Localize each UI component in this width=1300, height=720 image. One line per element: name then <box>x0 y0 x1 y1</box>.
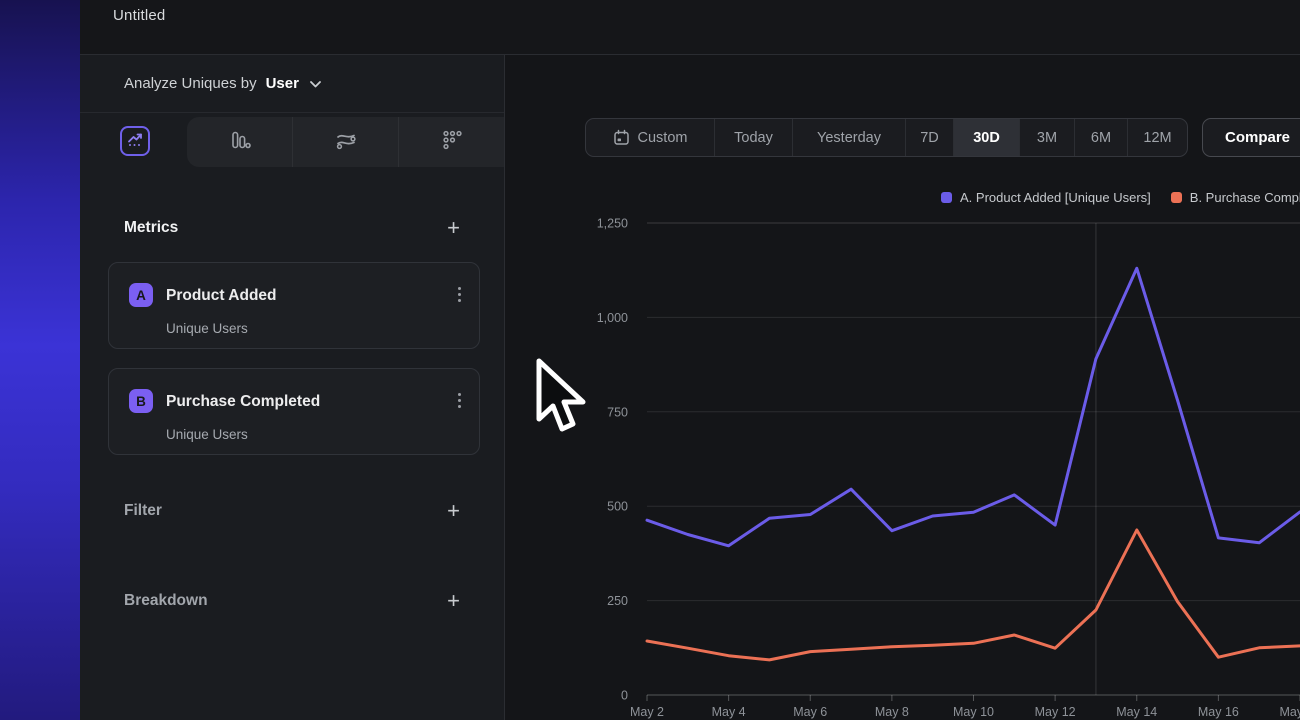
line-chart[interactable]: 0 250 500 750 1,000 1,250 May 2 May 4 May 6 May 8… <box>505 55 1300 720</box>
breakdown-heading: Breakdown <box>124 592 208 610</box>
tab-flows[interactable] <box>292 117 398 167</box>
x-axis-label: May 10 <box>953 705 994 719</box>
series-line[interactable] <box>647 268 1300 546</box>
metrics-section-header: Metrics + <box>80 213 504 243</box>
add-filter-button[interactable]: + <box>447 501 460 521</box>
background-gradient-strip <box>0 0 80 720</box>
y-axis-label: 750 <box>607 405 628 419</box>
metrics-heading: Metrics <box>124 219 178 237</box>
document-title[interactable]: Untitled <box>113 7 165 24</box>
query-sidebar: Analyze Uniques by User <box>80 55 505 720</box>
chevron-down-icon[interactable] <box>310 75 321 93</box>
y-axis-label: 250 <box>607 594 628 608</box>
x-axis-label: May 4 <box>712 705 746 719</box>
tab-line-chart[interactable] <box>120 126 150 156</box>
y-axis-label: 500 <box>607 500 628 514</box>
x-axis-label: May 14 <box>1116 705 1157 719</box>
y-axis-label: 1,000 <box>597 311 628 325</box>
top-bar: Untitled <box>80 0 1300 55</box>
x-axis-label: May 2 <box>630 705 664 719</box>
tab-grid-dots[interactable] <box>398 117 504 167</box>
grid-dots-icon <box>441 129 463 156</box>
y-axis-label: 1,250 <box>597 217 628 231</box>
metric-options-icon[interactable] <box>458 393 461 408</box>
metric-options-icon[interactable] <box>458 287 461 302</box>
metric-measure[interactable]: Unique Users <box>166 321 248 336</box>
tab-bar-chart[interactable] <box>187 117 292 167</box>
series-line[interactable] <box>647 530 1300 660</box>
x-axis-label: May 16 <box>1198 705 1239 719</box>
metric-card-b[interactable]: B Purchase Completed Unique Users <box>108 368 480 455</box>
metric-badge-b: B <box>129 389 153 413</box>
filter-section-header: Filter + <box>80 496 504 526</box>
x-axis-label: May 6 <box>793 705 827 719</box>
analyze-by-row: Analyze Uniques by User <box>80 55 504 113</box>
chart-type-tabs <box>80 113 504 171</box>
add-metric-button[interactable]: + <box>447 218 460 238</box>
line-chart-icon <box>126 130 144 153</box>
add-breakdown-button[interactable]: + <box>447 591 460 611</box>
metric-name: Purchase Completed <box>166 393 320 411</box>
metric-card-a[interactable]: A Product Added Unique Users <box>108 262 480 349</box>
flows-icon <box>334 129 358 156</box>
chart-panel: CustomTodayYesterday7D30D3M6M12M Compare… <box>505 55 1300 720</box>
filter-heading: Filter <box>124 502 162 520</box>
metric-badge-a: A <box>129 283 153 307</box>
breakdown-section-header: Breakdown + <box>80 586 504 616</box>
chart-type-tab-group <box>187 117 504 167</box>
analyze-by-value-dropdown[interactable]: User <box>266 75 299 92</box>
y-axis-label: 0 <box>621 689 628 703</box>
x-axis-label: May 12 <box>1035 705 1076 719</box>
bar-chart-icon <box>229 129 251 156</box>
x-axis-label: May 18 <box>1280 705 1300 719</box>
analyze-by-label: Analyze Uniques by <box>124 75 257 92</box>
metric-name: Product Added <box>166 287 277 305</box>
metric-measure[interactable]: Unique Users <box>166 427 248 442</box>
x-axis-label: May 8 <box>875 705 909 719</box>
app-window: Untitled Analyze Uniques by User <box>0 0 1300 720</box>
